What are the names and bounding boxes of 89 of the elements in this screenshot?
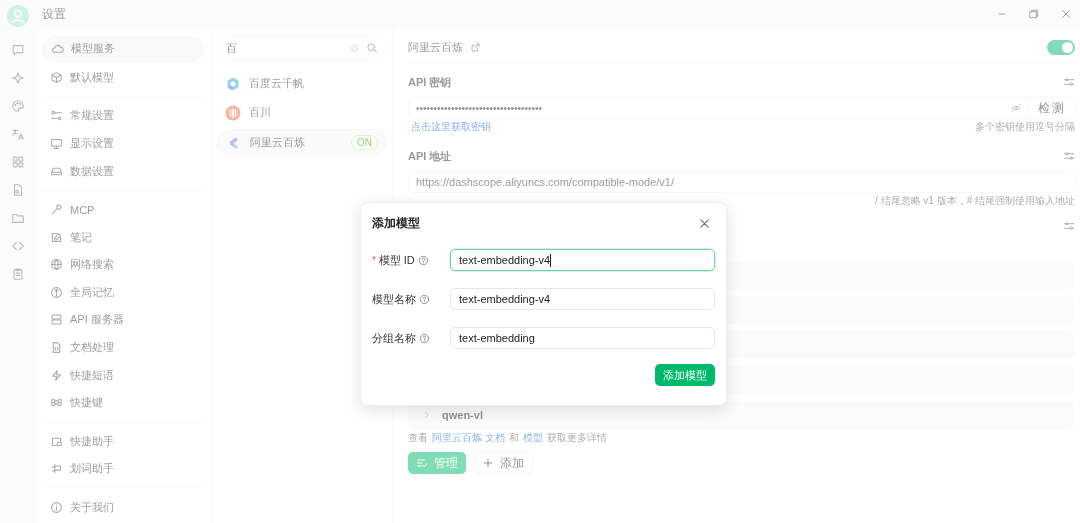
speech-icon bbox=[50, 462, 63, 476]
api-url-field[interactable]: https://dashscope.aliyuncs.com/compatible-mode/v1/ bbox=[408, 171, 1075, 193]
eye-off-icon[interactable] bbox=[1010, 102, 1022, 114]
menu-item[interactable]: 模型服务 bbox=[42, 36, 204, 62]
menu-item[interactable]: 默认模型 bbox=[42, 65, 204, 90]
sparkle-icon[interactable] bbox=[11, 71, 25, 85]
provider-name: 阿里云百炼 bbox=[250, 135, 306, 150]
file-icon bbox=[50, 340, 63, 354]
help-icon[interactable] bbox=[417, 254, 429, 266]
server-icon bbox=[50, 313, 63, 327]
provider-item[interactable]: 阿里云百炼 ON bbox=[217, 129, 387, 156]
document-icon[interactable] bbox=[11, 183, 25, 197]
section-label: API 地址 bbox=[408, 148, 452, 164]
model-group-name: qwen-vl bbox=[442, 409, 483, 421]
menu-item[interactable]: 全局记忆 bbox=[42, 280, 204, 305]
globe-icon bbox=[50, 258, 63, 272]
list-check-icon bbox=[416, 457, 428, 469]
provider-name: 百度云千帆 bbox=[249, 76, 305, 91]
hint-text: 多个密钥使用逗号分隔 bbox=[975, 120, 1075, 134]
clipboard-icon[interactable] bbox=[11, 267, 25, 281]
menu-item[interactable]: 快捷短语 bbox=[42, 363, 204, 387]
external-link-icon[interactable] bbox=[470, 41, 481, 53]
code-icon[interactable] bbox=[11, 239, 25, 253]
settings-sliders-icon[interactable] bbox=[1063, 220, 1075, 232]
window-title: 设置 bbox=[41, 5, 66, 23]
close-icon[interactable] bbox=[698, 216, 711, 230]
add-model-button[interactable]: 添加模型 bbox=[655, 364, 715, 386]
help-icon[interactable] bbox=[419, 293, 430, 305]
menu-item[interactable]: 网络搜索 bbox=[42, 252, 204, 277]
menu-item[interactable]: 显示设置 bbox=[42, 131, 204, 156]
text-field[interactable]: text-embedding-v4 bbox=[450, 288, 715, 310]
grid-icon[interactable] bbox=[11, 155, 25, 169]
palette-icon[interactable] bbox=[11, 99, 25, 113]
info-icon bbox=[50, 500, 63, 514]
check-button[interactable]: 检测 bbox=[1030, 97, 1075, 119]
note-icon bbox=[50, 230, 63, 244]
cube-icon bbox=[50, 70, 63, 84]
docs-link[interactable]: 模型 bbox=[522, 431, 543, 445]
dialog-title: 添加模型 bbox=[372, 214, 420, 232]
menu-item[interactable]: 划词助手 bbox=[42, 456, 204, 481]
help-icon[interactable] bbox=[419, 332, 430, 344]
field-label: 模型名称 bbox=[372, 291, 416, 307]
chevron-icon bbox=[422, 410, 432, 420]
hexagon-logo-icon bbox=[225, 75, 241, 92]
bars-logo-icon bbox=[225, 104, 241, 121]
folder-icon[interactable] bbox=[11, 211, 25, 225]
menu-item[interactable]: 数据设置 bbox=[42, 159, 204, 183]
menu-item[interactable]: 文档处理 bbox=[42, 335, 204, 360]
menu-item[interactable]: API 服务器 bbox=[42, 308, 204, 332]
text-field[interactable]: text-embedding bbox=[450, 327, 715, 349]
manage-button[interactable]: 管理 bbox=[408, 452, 466, 474]
field-label: 分组名称 bbox=[372, 330, 416, 346]
memory-icon bbox=[50, 285, 63, 299]
search-icon[interactable] bbox=[366, 42, 378, 54]
cloud-icon bbox=[51, 42, 64, 56]
api-key-field[interactable]: •••••••••••••••••••••••••••••••••••• bbox=[408, 97, 1030, 119]
menu-item[interactable]: 快捷键 bbox=[42, 390, 204, 415]
translate-icon[interactable] bbox=[11, 127, 25, 141]
provider-item[interactable]: 百川 bbox=[217, 100, 387, 125]
provider-name: 百川 bbox=[249, 105, 272, 120]
enable-toggle[interactable] bbox=[1047, 39, 1075, 55]
docs-link[interactable]: 阿里云百炼 文档 bbox=[432, 431, 505, 445]
menu-item[interactable]: MCP bbox=[42, 197, 204, 222]
add-button[interactable]: 添加 bbox=[473, 452, 533, 474]
menu-item[interactable]: 快捷助手 bbox=[42, 429, 204, 453]
model-group-row[interactable]: qwen-vl bbox=[408, 401, 1075, 429]
help-link[interactable]: 点击这里获取密钥 bbox=[408, 120, 491, 134]
settings-sliders-icon[interactable] bbox=[1063, 76, 1075, 88]
monitor-icon bbox=[50, 136, 63, 150]
bolt-icon bbox=[50, 368, 63, 382]
provider-item[interactable]: 百度云千帆 bbox=[217, 71, 387, 96]
status-badge: ON bbox=[351, 135, 378, 150]
docs-note: 查看 阿里云百炼 文档 和 模型 获取更多详情 bbox=[408, 431, 608, 445]
hint-text: / 结尾忽略 v1 版本，# 结尾强制使用输入地址 bbox=[875, 194, 1075, 208]
settings-sliders-icon[interactable] bbox=[1063, 150, 1075, 162]
field-label: * 模型 ID bbox=[372, 252, 415, 268]
chat-icon[interactable] bbox=[11, 43, 25, 57]
menu-item[interactable]: 关于我们 bbox=[42, 495, 204, 519]
sliders-icon bbox=[50, 109, 63, 123]
text-field[interactable]: text-embedding-v4 bbox=[450, 249, 715, 271]
provider-title: 阿里云百炼 bbox=[408, 39, 463, 55]
close-icon[interactable] bbox=[1060, 8, 1072, 20]
plus-icon bbox=[482, 457, 494, 469]
hammer-icon bbox=[50, 203, 63, 217]
avatar-icon[interactable] bbox=[7, 5, 29, 27]
restore-icon[interactable] bbox=[1028, 8, 1040, 20]
menu-item[interactable]: 常规设置 bbox=[42, 104, 204, 128]
menu-item[interactable]: 笔记 bbox=[42, 225, 204, 249]
section-label: API 密钥 bbox=[408, 74, 452, 90]
